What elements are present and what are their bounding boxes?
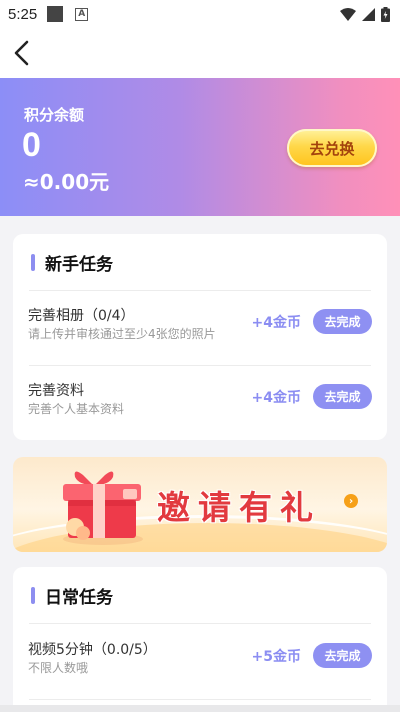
divider xyxy=(29,290,371,291)
task-desc: 请上传并审核通过至少4张您的照片 xyxy=(28,327,216,341)
banner-text: 邀请有礼 xyxy=(157,488,321,527)
status-time: 5:25 xyxy=(8,5,38,23)
notification-icon xyxy=(47,6,64,22)
exchange-button[interactable]: 去兑换 xyxy=(287,129,377,167)
invite-banner[interactable]: 邀请有礼 › xyxy=(13,457,387,552)
divider xyxy=(29,623,371,624)
back-arrow-icon xyxy=(14,40,29,66)
task-name: 视频5分钟（0.0/5） xyxy=(28,642,157,658)
divider xyxy=(29,699,371,700)
balance-value: 0 xyxy=(22,126,41,164)
title-accent-bar xyxy=(31,253,35,271)
task-reward: +4金币 xyxy=(251,315,301,331)
task-row: 完善资料 完善个人基本资料 +4金币 去完成 xyxy=(13,369,387,443)
task-row: 视频5分钟（0.0/5） 不限人数哦 +5金币 去完成 xyxy=(13,628,387,702)
newbie-tasks-card: 新手任务 完善相册（0/4） 请上传并审核通过至少4张您的照片 +4金币 去完成… xyxy=(13,234,387,440)
task-name: 完善资料 xyxy=(28,383,84,399)
task-reward: +4金币 xyxy=(251,390,301,406)
task-complete-button[interactable]: 去完成 xyxy=(313,384,372,409)
card-title: 日常任务 xyxy=(45,587,113,608)
task-name: 完善相册（0/4） xyxy=(28,308,135,324)
wifi-icon xyxy=(340,7,356,21)
task-row: 完善相册（0/4） 请上传并审核通过至少4张您的照片 +4金币 去完成 xyxy=(13,294,387,368)
battery-icon xyxy=(381,6,390,22)
bottom-edge xyxy=(0,705,400,712)
task-complete-button[interactable]: 去完成 xyxy=(313,643,372,668)
nav-bar xyxy=(0,28,400,78)
back-button[interactable] xyxy=(8,37,38,69)
balance-money: ≈0.00元 xyxy=(23,170,110,194)
points-header: 积分余额 0 ≈0.00元 去兑换 xyxy=(0,78,400,216)
banner-arrow-icon: › xyxy=(344,494,358,508)
task-complete-button[interactable]: 去完成 xyxy=(313,309,372,334)
card-title-wrap: 新手任务 xyxy=(31,252,113,275)
balance-label: 积分余额 xyxy=(24,106,85,124)
task-desc: 不限人数哦 xyxy=(28,661,89,675)
app-notification-icon: A xyxy=(75,7,89,21)
task-desc: 完善个人基本资料 xyxy=(28,402,125,416)
daily-tasks-card: 日常任务 视频5分钟（0.0/5） 不限人数哦 +5金币 去完成 xyxy=(13,567,387,712)
signal-icon xyxy=(362,7,375,21)
status-bar: 5:25 A xyxy=(0,0,400,28)
gift-box-icon xyxy=(63,471,143,545)
title-accent-bar xyxy=(31,586,35,604)
task-reward: +5金币 xyxy=(251,649,301,665)
card-title-wrap: 日常任务 xyxy=(31,585,113,608)
divider xyxy=(29,365,371,366)
card-title: 新手任务 xyxy=(45,254,113,275)
